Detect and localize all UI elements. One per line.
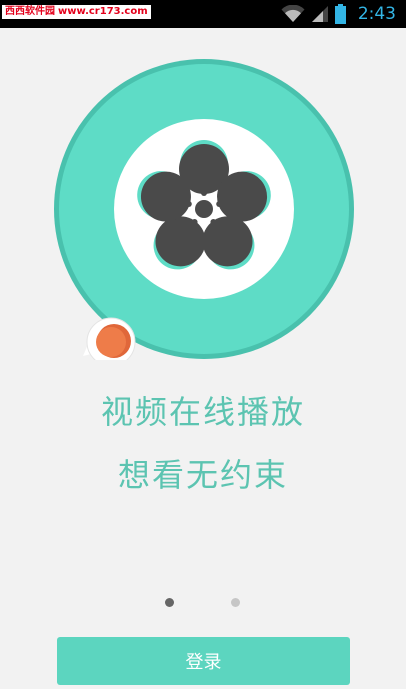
slogan-line-2: 想看无约束 <box>117 456 288 494</box>
watermark-url: www.cr173.com <box>58 6 148 17</box>
page-dot-active[interactable] <box>165 598 174 607</box>
login-button[interactable]: 登录 <box>57 637 350 685</box>
status-bar: 西西软件园 www.cr173.com 2:43 <box>0 0 406 28</box>
clock-time: 2:43 <box>357 4 396 24</box>
page-dot-inactive[interactable] <box>231 598 240 607</box>
page-indicator <box>0 598 406 610</box>
hero-illustration <box>54 59 354 360</box>
status-icons: 2:43 <box>281 3 396 25</box>
watermark: 西西软件园 www.cr173.com <box>2 5 151 19</box>
cup-icon <box>83 317 136 360</box>
watermark-text: 西西软件园 <box>5 6 55 17</box>
slogan-line-1: 视频在线播放 <box>100 393 305 431</box>
battery-icon <box>334 4 346 24</box>
signal-icon <box>311 6 328 22</box>
wifi-icon <box>281 5 305 22</box>
film-reel-icon <box>114 119 294 299</box>
